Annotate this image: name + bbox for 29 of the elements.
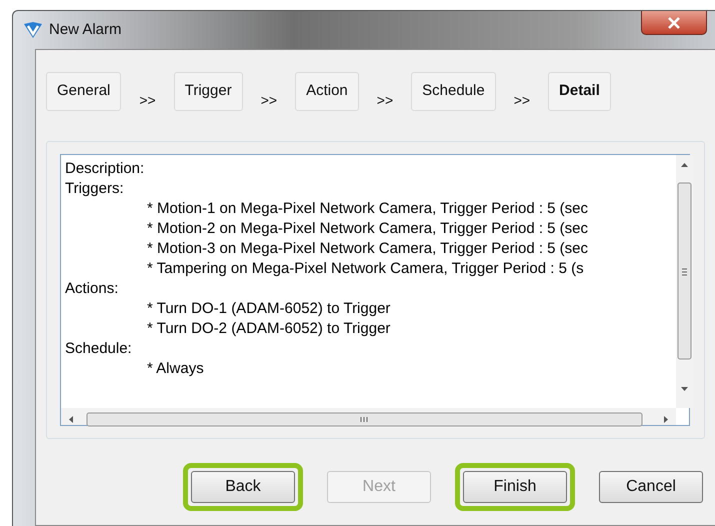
step-tab[interactable]: Trigger: [174, 72, 243, 110]
detail-item: * Motion-2 on Mega-Pixel Network Camera, Trigger Period : 5 (sec: [147, 220, 588, 237]
step-tab[interactable]: General: [46, 72, 122, 110]
section-heading: Schedule:: [65, 340, 132, 357]
dialog-button[interactable]: Back: [191, 471, 295, 503]
step-separator: >>: [139, 91, 156, 110]
section-heading: Actions:: [65, 280, 118, 297]
detail-item: * Motion-1 on Mega-Pixel Network Camera, Trigger Period : 5 (sec: [147, 200, 588, 217]
detail-item: * Turn DO-1 (ADAM-6052) to Trigger: [147, 300, 390, 317]
step-tab[interactable]: Detail: [548, 72, 611, 110]
step-separator: >>: [260, 91, 278, 110]
detail-item: * Motion-3 on Mega-Pixel Network Camera, Trigger Period : 5 (sec: [147, 240, 588, 257]
step-separator: >>: [376, 91, 394, 110]
close-icon: [668, 16, 680, 28]
detail-item: * Turn DO-2 (ADAM-6052) to Trigger: [147, 320, 390, 337]
horizontal-scrollbar[interactable]: [61, 408, 676, 425]
close-button[interactable]: [641, 11, 707, 35]
detail-item: * Tampering on Mega-Pixel Network Camera, Trigger Period : 5 (s: [147, 260, 584, 277]
step-tab[interactable]: Action: [295, 72, 359, 110]
dialog-button[interactable]: Finish: [463, 471, 567, 503]
app-logo-icon: [23, 21, 43, 39]
section-heading: Triggers:: [65, 180, 124, 197]
window-title: New Alarm: [49, 20, 122, 40]
section-heading: Description:: [65, 160, 144, 177]
step-separator: >>: [514, 91, 530, 110]
step-tab[interactable]: Schedule: [411, 72, 496, 110]
detail-item: * Always: [147, 360, 204, 377]
dialog-button[interactable]: Cancel: [599, 471, 703, 503]
vertical-scrollbar[interactable]: [676, 155, 693, 408]
